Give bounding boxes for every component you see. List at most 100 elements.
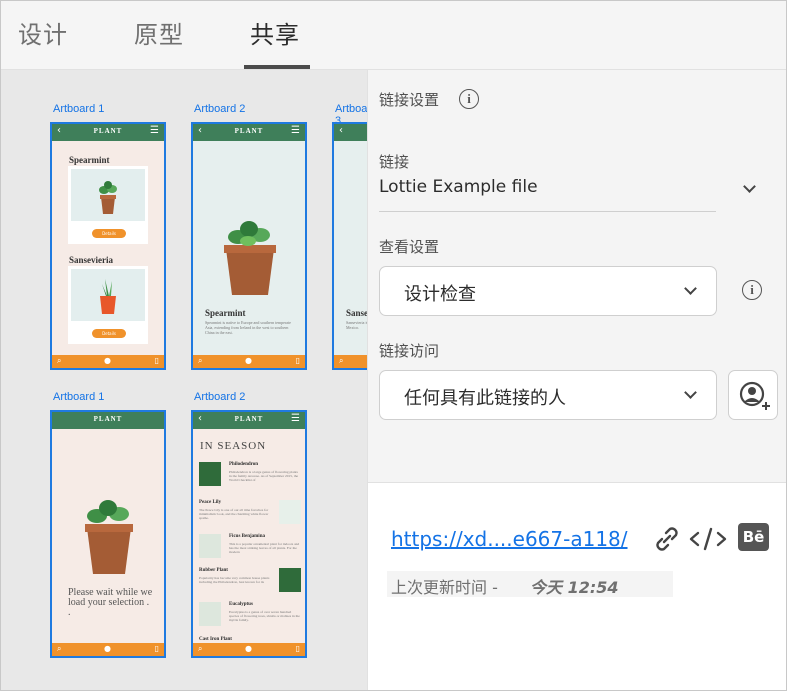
back-arrow-icon: ‹ [339, 125, 343, 136]
artboard-1-thumbnail[interactable]: ‹ PLANT ☰ Spearmint Details Sansevieria [50, 122, 166, 370]
share-link-area: https://xd....e667-a118/ Bē 上次更新时间 - 今天 … [367, 482, 786, 690]
microphone-icon: ● [245, 356, 252, 365]
link-access-value: 任何具有此链接的人 [404, 388, 566, 409]
plant-thumb [279, 500, 301, 524]
plant-desc: Philodendron is a large genus of floweri… [229, 470, 299, 482]
artboard-label-4[interactable]: Artboard 1 [53, 391, 104, 403]
search-icon: ⌕ [198, 644, 203, 653]
tab-design[interactable]: 设计 [18, 15, 68, 50]
bookmark-icon: ▯ [154, 356, 159, 365]
artboard-5-thumbnail[interactable]: ‹ PLANT ☰ IN SEASON Philodendron Philode… [191, 410, 307, 658]
chevron-down-icon[interactable] [743, 180, 756, 193]
plant-title: Spearmint [205, 308, 246, 318]
spearmint-pot-image [99, 181, 117, 214]
details-button: Details [92, 329, 126, 338]
plant-name: Cast Iron Plant [199, 637, 232, 642]
plant-image-box [71, 269, 145, 321]
view-settings-dropdown[interactable]: 设计检查 [379, 266, 717, 316]
app-brand: PLANT [234, 127, 264, 135]
artboard-2-thumbnail[interactable]: ‹ PLANT ☰ Spearmint Spearmint is native … [191, 122, 307, 370]
behance-icon[interactable]: Bē [738, 523, 769, 551]
microphone-icon: ● [245, 644, 252, 653]
last-updated-time: 今天 12:54 [530, 578, 619, 597]
bookmark-icon: ▯ [154, 644, 159, 653]
app-header-bar: ‹ PLANT ☰ [193, 412, 305, 429]
menu-icon: ☰ [291, 125, 300, 136]
app-footer-bar: ⌕ ● ▯ [52, 355, 164, 368]
last-updated-bar: 上次更新时间 - 今天 12:54 [387, 571, 673, 597]
app-brand: PLANT [93, 127, 123, 135]
add-user-icon [739, 381, 770, 410]
microphone-icon: ● [104, 356, 111, 365]
plant-desc: This is a popular ornamental plant for i… [229, 542, 300, 554]
app-footer-bar: ⌕ ● ▯ [52, 643, 164, 656]
chevron-down-icon [684, 282, 697, 295]
plant-description: Spearmint is native to Europe and southe… [205, 320, 291, 335]
artboard-label-1[interactable]: Artboard 1 [53, 103, 104, 115]
artboard-label-2[interactable]: Artboard 2 [194, 103, 245, 115]
app-footer-bar: ⌕ [334, 355, 367, 368]
field-underline [379, 211, 716, 212]
app-header-bar: ‹ PLANT ☰ [193, 124, 305, 141]
details-button: Details [92, 229, 126, 238]
plant-name: Rubber Plant [199, 568, 228, 573]
info-icon[interactable]: i [742, 280, 762, 300]
search-icon: ⌕ [57, 356, 62, 365]
plant-thumb [199, 534, 221, 558]
app-footer-bar: ⌕ ● ▯ [193, 355, 305, 368]
bookmark-icon: ▯ [295, 644, 300, 653]
plant-name: Philodendron [229, 462, 259, 467]
loading-message: Please wait while we load your selection… [68, 587, 153, 618]
link-name-field[interactable]: Lottie Example file [379, 177, 538, 197]
artboard-4-thumbnail[interactable]: PLANT Please wait while we load your sel… [50, 410, 166, 658]
plant-title: Sansevieria [69, 255, 113, 265]
view-settings-label: 查看设置 [379, 238, 440, 256]
embed-code-icon[interactable] [688, 525, 728, 557]
info-icon[interactable]: i [459, 89, 479, 109]
chevron-down-icon [684, 386, 697, 399]
mode-tab-bar: 设计 原型 共享 [1, 1, 786, 70]
menu-icon: ☰ [291, 413, 300, 424]
microphone-icon: ● [104, 644, 111, 653]
plant-title: Sanse [346, 308, 367, 318]
plant-card: Details [68, 166, 148, 244]
plant-desc: The Peace Lily is one of our all time fa… [199, 508, 269, 520]
link-access-label: 链接访问 [379, 342, 440, 360]
app-header-bar: ‹ [334, 124, 367, 141]
app-footer-bar: ⌕ ● ▯ [193, 643, 305, 656]
plant-name: Eucalyptus [229, 602, 253, 607]
tab-share[interactable]: 共享 [250, 15, 300, 50]
app-brand: PLANT [93, 415, 123, 423]
view-settings-value: 设计检查 [404, 284, 476, 305]
loading-pot-image [85, 500, 133, 574]
last-updated-label: 上次更新时间 - [391, 578, 498, 597]
plant-name: Peace Lily [199, 500, 222, 505]
app-brand: PLANT [234, 415, 264, 423]
link-label: 链接 [379, 153, 410, 171]
plant-title: Spearmint [69, 155, 110, 165]
plant-name: Ficus Benjamina [229, 534, 265, 539]
share-url-link[interactable]: https://xd....e667-a118/ [391, 527, 628, 551]
artboard-3-thumbnail[interactable]: ‹ Sanse Sansevieria is a genus of flower… [332, 122, 367, 370]
active-tab-indicator [244, 65, 310, 69]
plant-desc: Popularity has become very common house … [199, 576, 270, 584]
artboard-canvas[interactable]: Artboard 1 Artboard 2 Artboard 3 ‹ PLANT… [1, 70, 367, 690]
app-header-bar: PLANT [52, 412, 164, 429]
menu-icon: ☰ [150, 125, 159, 136]
section-title: 链接设置 [379, 91, 440, 109]
link-access-dropdown[interactable]: 任何具有此链接的人 [379, 370, 717, 420]
plant-thumb [199, 462, 221, 486]
app-header-bar: ‹ PLANT ☰ [52, 124, 164, 141]
artboard-label-5[interactable]: Artboard 2 [194, 391, 245, 403]
plant-description: Sansevieria is a genus of flowering plan… [346, 320, 367, 330]
plant-thumb [199, 602, 221, 626]
plant-card: Details [68, 266, 148, 344]
search-icon: ⌕ [57, 644, 62, 653]
copy-link-icon[interactable] [652, 525, 682, 557]
link-settings-panel: 链接设置 i 链接 Lottie Example file 查看设置 设计检查 … [367, 70, 786, 482]
sansevieria-pot-image [100, 279, 116, 314]
spearmint-large-pot-image [224, 221, 276, 295]
invite-user-button[interactable] [728, 370, 778, 420]
search-icon: ⌕ [339, 356, 344, 365]
tab-prototype[interactable]: 原型 [134, 15, 184, 50]
